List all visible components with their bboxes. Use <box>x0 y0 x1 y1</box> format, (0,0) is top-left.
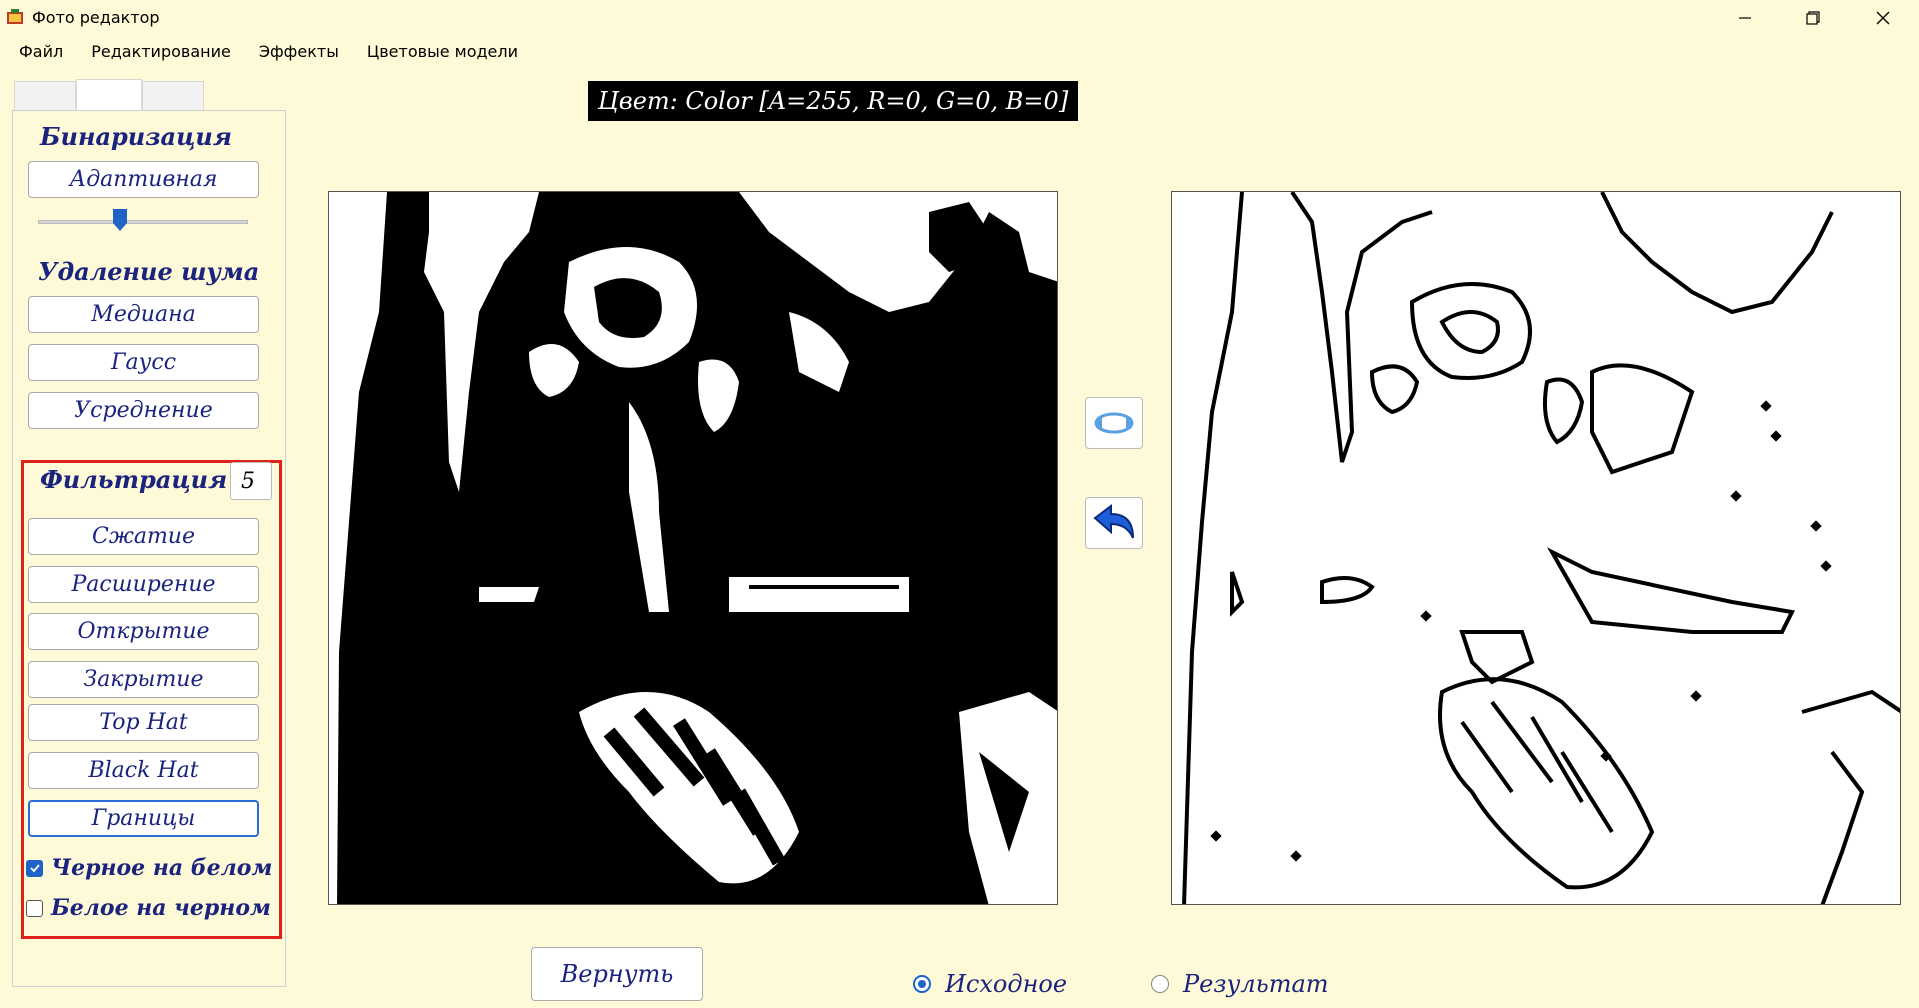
minimize-icon <box>1739 16 1751 19</box>
checkmark-icon <box>29 864 40 873</box>
noise-removal-label: Удаление шума <box>38 257 260 286</box>
median-button[interactable]: Медиана <box>28 296 259 333</box>
rotate-button[interactable] <box>1085 397 1143 449</box>
filtering-label: Фильтрация <box>40 465 228 494</box>
back-arrow-icon <box>1093 504 1134 539</box>
restore-icon <box>1806 10 1820 25</box>
radio-original[interactable]: Исходное <box>913 970 1067 998</box>
window-title: Фото редактор <box>32 8 160 27</box>
color-readout: Цвет: Color [A=255, R=0, G=0, B=0] <box>588 81 1078 121</box>
tab-3[interactable] <box>142 81 204 111</box>
result-image <box>1171 191 1901 905</box>
white-on-black-checkbox[interactable] <box>26 899 43 917</box>
averaging-button[interactable]: Усреднение <box>28 392 259 429</box>
radio-result-circle[interactable] <box>1151 975 1169 993</box>
close-icon <box>1876 11 1890 24</box>
dilation-button[interactable]: Расширение <box>28 566 259 603</box>
binarization-label: Бинаризация <box>40 122 232 151</box>
menu-color-models[interactable]: Цветовые модели <box>353 40 532 66</box>
black-on-white-option[interactable]: Черное на белом <box>26 855 272 881</box>
radio-result-label: Результат <box>1183 970 1329 998</box>
menu-bar: Файл Редактирование Эффекты Цветовые мод… <box>0 40 532 66</box>
opening-button[interactable]: Открытие <box>28 613 259 650</box>
black-hat-button[interactable]: Black Hat <box>28 752 259 789</box>
threshold-slider-thumb[interactable] <box>112 208 128 232</box>
erosion-button[interactable]: Сжатие <box>28 518 259 555</box>
gauss-button[interactable]: Гаусс <box>28 344 259 381</box>
menu-effects[interactable]: Эффекты <box>245 40 353 66</box>
menu-edit[interactable]: Редактирование <box>77 40 245 66</box>
rotate-icon <box>1094 412 1134 434</box>
restore-button[interactable] <box>1778 0 1848 35</box>
threshold-slider-track[interactable] <box>38 220 248 224</box>
result-image-canvas <box>1172 192 1900 904</box>
close-button[interactable] <box>1848 0 1918 35</box>
white-on-black-option[interactable]: Белое на черном <box>26 895 271 921</box>
adaptive-button[interactable]: Адаптивная <box>28 161 259 198</box>
panel-tabs <box>14 79 204 111</box>
tab-2[interactable] <box>76 79 142 111</box>
source-image <box>328 191 1058 905</box>
black-on-white-label: Черное на белом <box>51 855 273 881</box>
radio-result[interactable]: Результат <box>1151 970 1329 998</box>
minimize-button[interactable] <box>1710 0 1780 35</box>
edges-button[interactable]: Границы <box>28 800 259 837</box>
title-bar: Фото редактор <box>0 0 1919 35</box>
app-icon <box>7 9 23 24</box>
return-button[interactable]: Вернуть <box>531 947 703 1001</box>
source-image-canvas <box>329 192 1057 904</box>
kernel-size-input[interactable]: 5 <box>230 462 272 500</box>
radio-original-label: Исходное <box>945 970 1068 998</box>
menu-file[interactable]: Файл <box>0 40 77 66</box>
top-hat-button[interactable]: Top Hat <box>28 704 259 741</box>
closing-button[interactable]: Закрытие <box>28 661 259 698</box>
undo-button[interactable] <box>1085 497 1143 549</box>
black-on-white-checkbox[interactable] <box>26 859 43 877</box>
tab-1[interactable] <box>14 81 76 111</box>
radio-original-circle[interactable] <box>913 975 931 993</box>
white-on-black-label: Белое на черном <box>51 895 271 921</box>
